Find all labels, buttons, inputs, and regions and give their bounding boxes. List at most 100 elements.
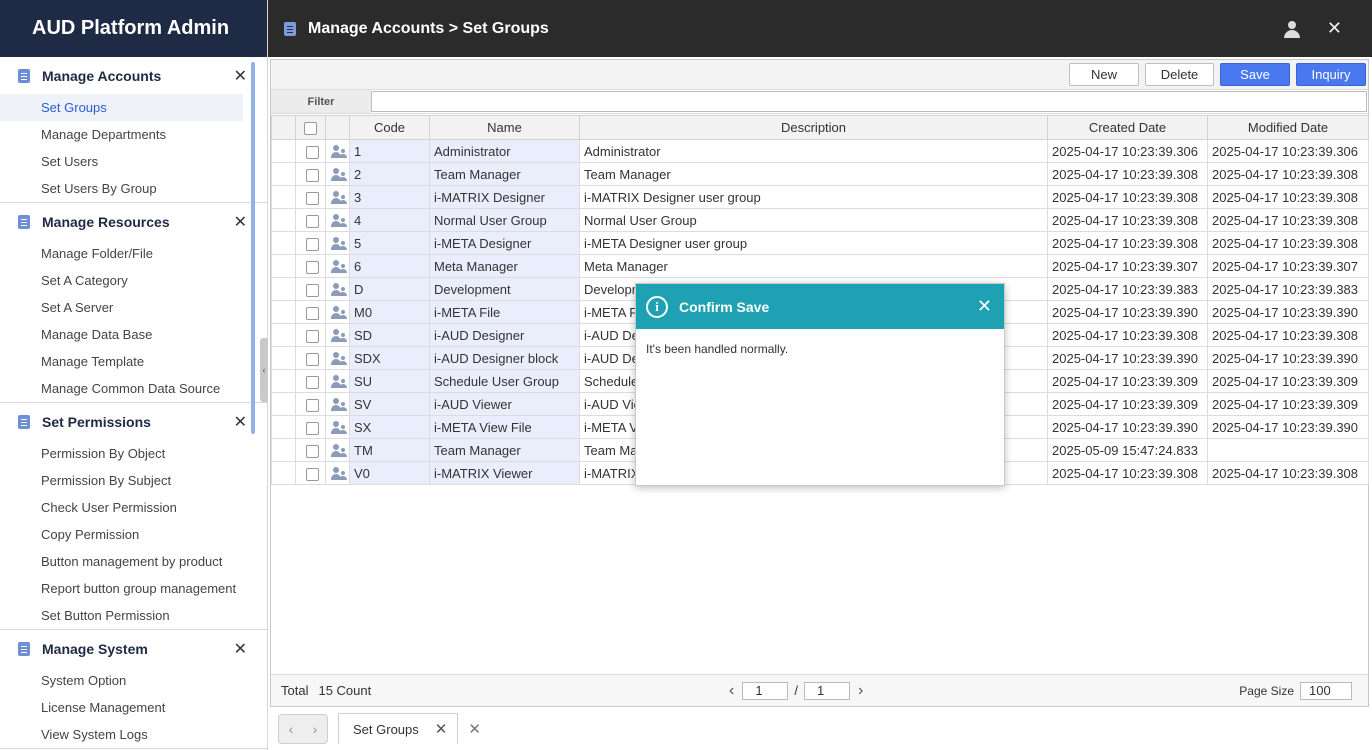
table-row[interactable]: 6 Meta Manager Meta Manager 2025-04-17 10:2…	[271, 254, 1369, 278]
row-checkbox-cell[interactable]	[295, 139, 326, 163]
column-header-created-date[interactable]: Created Date	[1047, 115, 1208, 140]
cell-code[interactable]: M0	[349, 300, 430, 324]
sidebar-item[interactable]: Button management by product	[0, 548, 243, 575]
cell-description[interactable]: i-META Designer user group	[579, 231, 1048, 255]
header-select-all[interactable]	[295, 115, 326, 140]
cell-modified-date[interactable]: 2025-04-17 10:23:39.308	[1207, 208, 1369, 232]
sidebar-item[interactable]: Manage Common Data Source	[0, 375, 243, 402]
filter-input[interactable]	[371, 91, 1367, 112]
row-checkbox[interactable]	[306, 237, 319, 251]
cell-created-date[interactable]: 2025-04-17 10:23:39.390	[1047, 415, 1208, 439]
inquiry-button[interactable]: Inquiry	[1296, 63, 1366, 86]
sidebar-item[interactable]: Set Users	[0, 148, 243, 175]
sidebar-item[interactable]: System Option	[0, 667, 243, 694]
row-checkbox-cell[interactable]	[295, 254, 326, 278]
cell-created-date[interactable]: 2025-04-17 10:23:39.308	[1047, 208, 1208, 232]
cell-name[interactable]: i-MATRIX Viewer	[429, 461, 580, 485]
sidebar-item[interactable]: Report button group management	[0, 575, 243, 602]
cell-created-date[interactable]: 2025-04-17 10:23:39.390	[1047, 346, 1208, 370]
tab-nav-arrows[interactable]: ‹ ›	[278, 713, 328, 744]
row-checkbox[interactable]	[306, 421, 319, 435]
sidebar-item[interactable]: Manage Data Base	[0, 321, 243, 348]
sidebar-item[interactable]: Manage Template	[0, 348, 243, 375]
cell-description[interactable]: Team Manager	[579, 162, 1048, 186]
row-checkbox[interactable]	[306, 168, 319, 182]
sidebar-item[interactable]: Set Button Permission	[0, 602, 243, 629]
close-icon[interactable]: ✕	[234, 212, 247, 232]
delete-button[interactable]: Delete	[1145, 63, 1214, 86]
cell-description[interactable]: i-MATRIX Designer user group	[579, 185, 1048, 209]
cell-created-date[interactable]: 2025-04-17 10:23:39.307	[1047, 254, 1208, 278]
tab-close-icon[interactable]: ✕	[435, 720, 448, 738]
cell-created-date[interactable]: 2025-04-17 10:23:39.309	[1047, 369, 1208, 393]
row-checkbox-cell[interactable]	[295, 185, 326, 209]
cell-created-date[interactable]: 2025-04-17 10:23:39.308	[1047, 323, 1208, 347]
tab-set-groups[interactable]: Set Groups ✕	[338, 713, 459, 744]
cell-created-date[interactable]: 2025-04-17 10:23:39.383	[1047, 277, 1208, 301]
cell-created-date[interactable]: 2025-05-09 15:47:24.833	[1047, 438, 1208, 462]
row-checkbox[interactable]	[306, 191, 319, 205]
page-size-input[interactable]: 100	[1300, 681, 1352, 700]
cell-name[interactable]: Development	[429, 277, 580, 301]
cell-code[interactable]: 6	[349, 254, 430, 278]
close-icon[interactable]: ✕	[234, 66, 247, 86]
new-button[interactable]: New	[1069, 63, 1139, 86]
cell-modified-date[interactable]: 2025-04-17 10:23:39.308	[1207, 231, 1369, 255]
row-checkbox[interactable]	[306, 214, 319, 228]
row-checkbox-cell[interactable]	[295, 277, 326, 301]
column-header-description[interactable]: Description	[579, 115, 1048, 140]
cell-code[interactable]: V0	[349, 461, 430, 485]
cell-modified-date[interactable]: 2025-04-17 10:23:39.390	[1207, 300, 1369, 324]
cell-code[interactable]: 2	[349, 162, 430, 186]
row-checkbox[interactable]	[306, 467, 319, 481]
user-icon[interactable]	[1283, 20, 1301, 38]
sidebar-section-header[interactable]: Manage Resources ✕	[0, 203, 267, 240]
cell-created-date[interactable]: 2025-04-17 10:23:39.308	[1047, 461, 1208, 485]
row-checkbox-cell[interactable]	[295, 392, 326, 416]
row-checkbox-cell[interactable]	[295, 346, 326, 370]
cell-modified-date[interactable]	[1207, 438, 1369, 462]
cell-modified-date[interactable]: 2025-04-17 10:23:39.308	[1207, 461, 1369, 485]
cell-modified-date[interactable]: 2025-04-17 10:23:39.306	[1207, 139, 1369, 163]
close-icon[interactable]: ✕	[234, 639, 247, 659]
sidebar-item[interactable]: Manage Folder/File	[0, 240, 243, 267]
row-checkbox-cell[interactable]	[295, 461, 326, 485]
cell-name[interactable]: Schedule User Group	[429, 369, 580, 393]
cell-created-date[interactable]: 2025-04-17 10:23:39.309	[1047, 392, 1208, 416]
cell-modified-date[interactable]: 2025-04-17 10:23:39.308	[1207, 162, 1369, 186]
cell-modified-date[interactable]: 2025-04-17 10:23:39.308	[1207, 185, 1369, 209]
column-header-modified-date[interactable]: Modified Date	[1207, 115, 1369, 140]
table-row[interactable]: 3 i-MATRIX Designer i-MATRIX Designer user…	[271, 185, 1369, 209]
sidebar-item[interactable]: Check User Permission	[0, 494, 243, 521]
row-checkbox-cell[interactable]	[295, 300, 326, 324]
cell-created-date[interactable]: 2025-04-17 10:23:39.308	[1047, 162, 1208, 186]
cell-name[interactable]: i-AUD Viewer	[429, 392, 580, 416]
column-header-code[interactable]: Code	[349, 115, 430, 140]
sidebar-item[interactable]: Permission By Subject	[0, 467, 243, 494]
sidebar-item[interactable]: Copy Permission	[0, 521, 243, 548]
sidebar-item[interactable]: Manage Departments	[0, 121, 243, 148]
row-checkbox-cell[interactable]	[295, 162, 326, 186]
close-icon[interactable]: ✕	[234, 412, 247, 432]
sidebar-section-header[interactable]: Manage Accounts ✕	[0, 57, 267, 94]
row-checkbox[interactable]	[306, 260, 319, 274]
cell-code[interactable]: 1	[349, 139, 430, 163]
cell-code[interactable]: SX	[349, 415, 430, 439]
row-checkbox[interactable]	[306, 283, 319, 297]
sidebar-item[interactable]: Set A Server	[0, 294, 243, 321]
cell-code[interactable]: 4	[349, 208, 430, 232]
sidebar-item[interactable]: Set Groups	[0, 94, 243, 121]
cell-modified-date[interactable]: 2025-04-17 10:23:39.309	[1207, 369, 1369, 393]
current-page-input[interactable]: 1	[742, 681, 789, 700]
cell-name[interactable]: i-AUD Designer	[429, 323, 580, 347]
cell-name[interactable]: Team Manager	[429, 162, 580, 186]
cell-name[interactable]: i-MATRIX Designer	[429, 185, 580, 209]
cell-code[interactable]: 5	[349, 231, 430, 255]
cell-name[interactable]: i-AUD Designer block	[429, 346, 580, 370]
sidebar-item[interactable]: License Management	[0, 694, 243, 721]
sidebar-scrollbar[interactable]	[251, 62, 255, 434]
close-icon[interactable]: ✕	[1327, 18, 1342, 39]
cell-code[interactable]: TM	[349, 438, 430, 462]
row-checkbox-cell[interactable]	[295, 369, 326, 393]
cell-code[interactable]: SU	[349, 369, 430, 393]
